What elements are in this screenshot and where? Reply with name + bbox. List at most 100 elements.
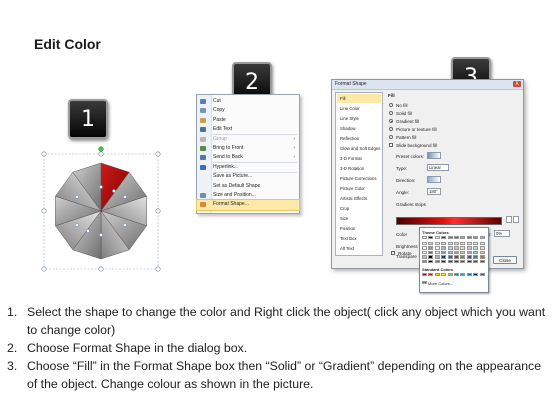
- category-line-style[interactable]: Line Style: [337, 114, 381, 123]
- type-dropdown[interactable]: Linear: [427, 164, 449, 171]
- category-fill[interactable]: Fill: [337, 94, 381, 104]
- theme-color-swatch[interactable]: [466, 260, 472, 264]
- rotate-handle[interactable]: [98, 146, 104, 152]
- fill-option-radio[interactable]: [389, 103, 393, 107]
- theme-color-swatch[interactable]: [466, 236, 472, 240]
- standard-color-swatch[interactable]: [422, 273, 427, 277]
- standard-color-swatch[interactable]: [441, 273, 447, 277]
- theme-color-swatch[interactable]: [473, 250, 479, 255]
- fill-option-radio[interactable]: [389, 127, 393, 131]
- theme-color-swatch[interactable]: [454, 250, 459, 255]
- category-artistic-effects[interactable]: Artistic Effects: [337, 194, 381, 203]
- menu-item-paste[interactable]: Paste: [197, 116, 299, 125]
- theme-color-swatch[interactable]: [466, 255, 472, 259]
- theme-color-swatch[interactable]: [441, 236, 447, 240]
- theme-color-swatch[interactable]: [473, 246, 479, 250]
- theme-color-swatch[interactable]: [454, 255, 459, 259]
- theme-color-swatch[interactable]: [479, 241, 485, 245]
- menu-item-copy[interactable]: Copy: [197, 106, 299, 115]
- category-line-color[interactable]: Line Color: [337, 104, 381, 113]
- position-input[interactable]: 0%: [494, 230, 510, 237]
- menu-item-group[interactable]: Group ›: [197, 135, 299, 144]
- theme-color-swatch[interactable]: [428, 241, 434, 245]
- preset-colors-dropdown[interactable]: [427, 152, 441, 159]
- theme-color-swatch[interactable]: [473, 241, 479, 245]
- theme-color-swatch[interactable]: [460, 246, 466, 250]
- rotate-checkbox[interactable]: [391, 251, 395, 255]
- category-position[interactable]: Position: [337, 224, 381, 233]
- theme-color-swatch[interactable]: [447, 260, 453, 264]
- slide-background-checkbox[interactable]: [389, 143, 393, 147]
- theme-color-swatch[interactable]: [460, 255, 466, 259]
- theme-color-swatch[interactable]: [479, 255, 485, 259]
- category-shadow[interactable]: Shadow: [337, 124, 381, 133]
- theme-color-swatch[interactable]: [422, 246, 427, 250]
- theme-color-swatch[interactable]: [460, 250, 466, 255]
- category-picture-color[interactable]: Picture Color: [337, 184, 381, 193]
- theme-color-swatch[interactable]: [454, 236, 459, 240]
- angle-input[interactable]: 180°: [427, 188, 441, 195]
- more-colors-link[interactable]: More Colors...: [428, 281, 453, 286]
- theme-color-swatch[interactable]: [479, 260, 485, 264]
- theme-color-swatch[interactable]: [447, 241, 453, 245]
- standard-color-swatch[interactable]: [434, 273, 440, 277]
- category-3-d-rotation[interactable]: 3-D Rotation: [337, 164, 381, 173]
- theme-color-swatch[interactable]: [422, 236, 427, 240]
- theme-color-swatch[interactable]: [434, 241, 440, 245]
- theme-color-swatch[interactable]: [447, 236, 453, 240]
- theme-color-swatch[interactable]: [434, 260, 440, 264]
- menu-item-bring-to-front[interactable]: Bring to Front ›: [197, 144, 299, 153]
- theme-color-swatch[interactable]: [473, 260, 479, 264]
- menu-item-size-and-position[interactable]: Size and Position...: [197, 191, 299, 200]
- theme-color-swatch[interactable]: [434, 246, 440, 250]
- theme-color-swatch[interactable]: [428, 250, 434, 255]
- theme-color-swatch[interactable]: [434, 255, 440, 259]
- category-reflection[interactable]: Reflection: [337, 134, 381, 143]
- theme-color-swatch[interactable]: [441, 255, 447, 259]
- theme-color-swatch[interactable]: [428, 255, 434, 259]
- theme-color-swatch[interactable]: [454, 241, 459, 245]
- fill-option-radio[interactable]: [389, 111, 393, 115]
- menu-item-save-as-picture[interactable]: Save as Picture...: [197, 172, 299, 181]
- theme-color-swatch[interactable]: [466, 250, 472, 255]
- theme-color-swatch[interactable]: [466, 246, 472, 250]
- theme-color-swatch[interactable]: [441, 246, 447, 250]
- theme-color-swatch[interactable]: [479, 236, 485, 240]
- theme-color-swatch[interactable]: [479, 250, 485, 255]
- standard-color-swatch[interactable]: [428, 273, 434, 277]
- gradient-stops-bar[interactable]: [396, 217, 502, 225]
- category-text-box[interactable]: Text Box: [337, 234, 381, 243]
- standard-color-swatch[interactable]: [473, 273, 479, 277]
- theme-color-swatch[interactable]: [441, 260, 447, 264]
- menu-item-cut[interactable]: Cut: [197, 97, 299, 106]
- theme-color-swatch[interactable]: [434, 236, 440, 240]
- menu-item-set-as-default-shape[interactable]: Set as Default Shape: [197, 182, 299, 191]
- theme-color-swatch[interactable]: [454, 246, 459, 250]
- fill-option-radio[interactable]: [389, 135, 393, 139]
- theme-color-swatch[interactable]: [428, 236, 434, 240]
- direction-dropdown[interactable]: [427, 176, 441, 183]
- category-glow-and-soft-edges[interactable]: Glow and Soft Edges: [337, 144, 381, 153]
- theme-color-swatch[interactable]: [422, 260, 427, 264]
- theme-color-swatch[interactable]: [460, 260, 466, 264]
- dialog-close-button[interactable]: X: [513, 81, 521, 87]
- standard-color-swatch[interactable]: [460, 273, 466, 277]
- fill-option-radio[interactable]: [389, 119, 393, 123]
- theme-color-swatch[interactable]: [447, 255, 453, 259]
- category-crop[interactable]: Crop: [337, 204, 381, 213]
- standard-color-swatch[interactable]: [447, 273, 453, 277]
- decagon-shape[interactable]: [40, 145, 165, 275]
- theme-color-swatch[interactable]: [422, 255, 427, 259]
- category-3-d-format[interactable]: 3-D Format: [337, 154, 381, 163]
- theme-color-swatch[interactable]: [422, 241, 427, 245]
- menu-item-format-shape[interactable]: Format Shape...: [196, 199, 300, 211]
- theme-color-swatch[interactable]: [460, 236, 466, 240]
- theme-color-swatch[interactable]: [428, 260, 434, 264]
- theme-color-swatch[interactable]: [460, 241, 466, 245]
- theme-color-swatch[interactable]: [447, 250, 453, 255]
- theme-color-swatch[interactable]: [434, 250, 440, 255]
- category-size[interactable]: Size: [337, 214, 381, 223]
- standard-color-swatch[interactable]: [454, 273, 459, 277]
- theme-color-swatch[interactable]: [428, 246, 434, 250]
- category-picture-corrections[interactable]: Picture Corrections: [337, 174, 381, 183]
